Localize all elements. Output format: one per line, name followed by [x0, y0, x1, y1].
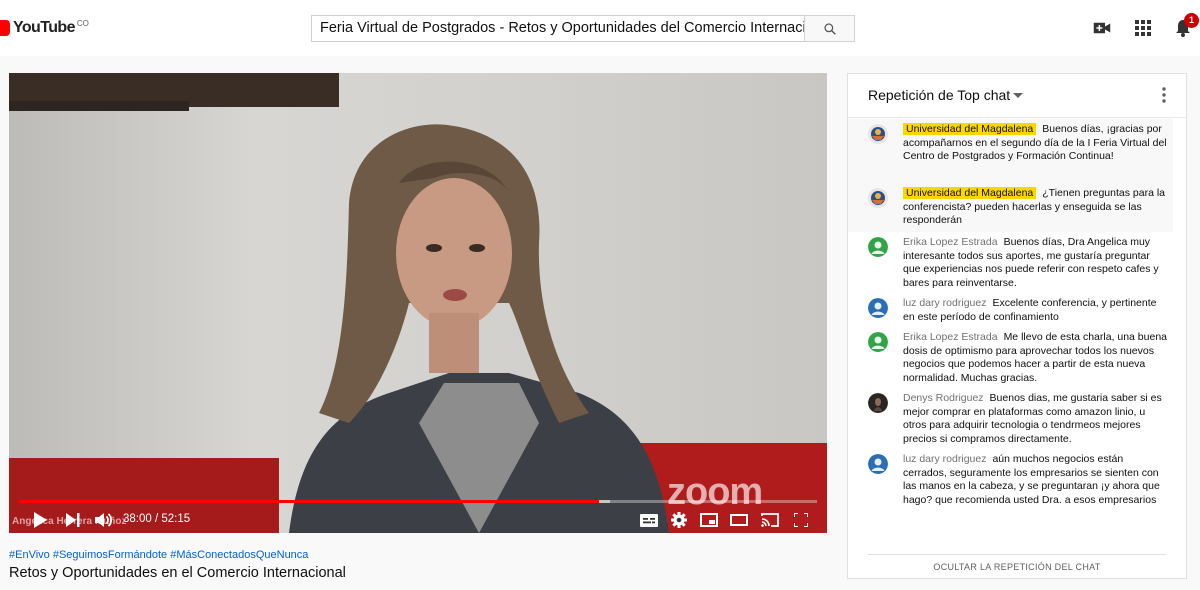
user-avatar-icon — [868, 454, 888, 474]
search-input[interactable]: Feria Virtual de Postgrados - Retos y Op… — [311, 15, 805, 42]
chat-message: Universidad del Magdalena ¿Tienen pregunt… — [868, 187, 1168, 228]
skip-next-icon — [66, 513, 80, 527]
create-video-button[interactable] — [1092, 18, 1112, 38]
chat-header: Repetición de Top chat — [848, 74, 1186, 118]
volume-icon — [95, 513, 113, 527]
live-chat-panel: Repetición de Top chat Universidad del M… — [847, 73, 1187, 579]
time-display: 38:00 / 52:15 — [123, 513, 191, 525]
gear-icon — [671, 512, 687, 528]
search-button[interactable] — [804, 15, 855, 42]
settings-button[interactable] — [668, 509, 690, 531]
volume-button[interactable] — [93, 509, 115, 531]
logo-country: CO — [76, 18, 89, 28]
miniplayer-icon — [700, 513, 718, 527]
university-crest-avatar — [868, 188, 888, 208]
play-icon — [34, 512, 47, 528]
user-avatar-icon — [868, 298, 888, 318]
hide-chat-replay-button[interactable]: OCULTAR LA REPETICIÓN DEL CHAT — [868, 554, 1166, 579]
chat-author-owner[interactable]: Universidad del Magdalena — [903, 123, 1037, 135]
apps-grid-icon — [1135, 20, 1151, 36]
youtube-logo[interactable]: YouTube CO — [0, 18, 89, 38]
caret-down-icon[interactable] — [1013, 93, 1023, 98]
theater-mode-icon — [730, 514, 748, 526]
play-button[interactable] — [29, 509, 51, 531]
chat-scrollbar[interactable] — [1174, 119, 1184, 553]
chat-author[interactable]: Erika Lopez Estrada — [903, 331, 998, 343]
youtube-play-icon — [0, 20, 10, 36]
video-camera-icon — [1093, 22, 1111, 34]
video-hashtags[interactable]: #EnVivo #SeguimosFormándote #MásConectad… — [9, 549, 308, 561]
chat-author-owner[interactable]: Universidad del Magdalena — [903, 187, 1037, 199]
chat-message: Universidad del Magdalena Buenos días, ¡g… — [868, 123, 1168, 164]
chat-message: Erika Lopez Estrada Buenos días, Dra Ange… — [868, 236, 1168, 290]
search-icon — [823, 22, 836, 35]
fullscreen-icon — [794, 513, 808, 527]
progress-played — [19, 500, 600, 503]
progress-bar[interactable] — [19, 500, 817, 503]
apps-button[interactable] — [1133, 18, 1153, 38]
chat-message: Denys Rodriguez Buenos dias, me gustaria … — [868, 392, 1168, 446]
chat-message: Erika Lopez Estrada Me llevo de esta char… — [868, 331, 1168, 385]
more-options-icon[interactable] — [1162, 87, 1166, 103]
video-scene-beam — [9, 101, 189, 111]
cast-button[interactable] — [759, 509, 781, 531]
chat-author[interactable]: Denys Rodriguez — [903, 392, 984, 404]
video-title: Retos y Oportunidades en el Comercio Int… — [9, 565, 346, 581]
speaker-figure — [289, 124, 669, 533]
notification-count-badge: 1 — [1184, 13, 1199, 28]
cast-icon — [761, 513, 779, 527]
video-player[interactable]: zoom Angelica Herrera Muñoz 38:00 / 52:1… — [9, 73, 827, 533]
chat-author[interactable]: Erika Lopez Estrada — [903, 236, 998, 248]
theater-mode-button[interactable] — [728, 509, 750, 531]
chat-message: luz dary rodriguez Excelente conferencia,… — [868, 297, 1168, 324]
photo-avatar-icon — [868, 393, 888, 413]
fullscreen-button[interactable] — [790, 509, 812, 531]
captions-icon — [640, 513, 658, 527]
university-crest-avatar — [868, 124, 888, 144]
chat-author[interactable]: luz dary rodriguez — [903, 453, 986, 465]
user-avatar-icon — [868, 237, 888, 257]
logo-text: YouTube — [13, 19, 75, 36]
player-controls: 38:00 / 52:15 — [9, 507, 827, 533]
chat-mode-selector[interactable]: Repetición de Top chat — [868, 87, 1010, 103]
chat-author[interactable]: luz dary rodriguez — [903, 297, 986, 309]
user-avatar-icon — [868, 332, 888, 352]
miniplayer-button[interactable] — [698, 509, 720, 531]
next-button[interactable] — [62, 509, 84, 531]
chat-message: luz dary rodriguez aún muchos negocios es… — [868, 453, 1168, 507]
masthead: YouTube CO Feria Virtual de Postgrados -… — [0, 0, 1200, 56]
subtitles-button[interactable] — [638, 509, 660, 531]
